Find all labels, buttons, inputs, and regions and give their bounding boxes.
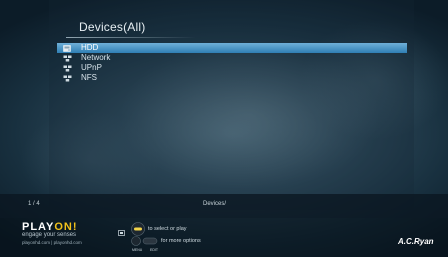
network-icon <box>63 65 75 72</box>
list-item-label: HDD <box>81 43 99 52</box>
acryan-logo: A.C.Ryan <box>398 237 434 246</box>
list-item-label: NFS <box>81 73 97 82</box>
list-item-network[interactable]: Network <box>57 53 407 63</box>
select-hint: to select or play <box>148 226 187 232</box>
menu-edit-buttons-icon <box>131 236 158 246</box>
list-item-label: Network <box>81 53 111 62</box>
ok-button-icon <box>131 222 145 236</box>
device-list: HDD Network UPnP NFS <box>57 43 407 83</box>
breadcrumb: Devices/ <box>203 201 227 207</box>
hdd-icon <box>63 44 75 52</box>
options-hint: for more options <box>161 238 201 244</box>
website-links: playonhd.com | playonhd.com <box>22 240 82 245</box>
page-counter: 1 / 4 <box>28 201 40 207</box>
title-underline <box>66 37 196 38</box>
list-item-upnp[interactable]: UPnP <box>57 63 407 73</box>
menu-remote-icon <box>118 223 125 241</box>
list-item-hdd[interactable]: HDD <box>57 43 407 53</box>
app-screen: Devices(All) HDD Network UPnP NFS 1 / 4 … <box>0 0 448 257</box>
network-icon <box>63 55 75 62</box>
list-item-label: UPnP <box>81 63 102 72</box>
list-item-nfs[interactable]: NFS <box>57 73 407 83</box>
network-icon <box>63 75 75 82</box>
page-title: Devices(All) <box>79 20 146 34</box>
brand-tagline: engage your senses <box>22 232 77 238</box>
menu-label: MENU <box>132 248 143 252</box>
edit-label: EDIT <box>150 248 158 252</box>
playon-logo: PLAYON! engage your senses <box>22 221 78 238</box>
